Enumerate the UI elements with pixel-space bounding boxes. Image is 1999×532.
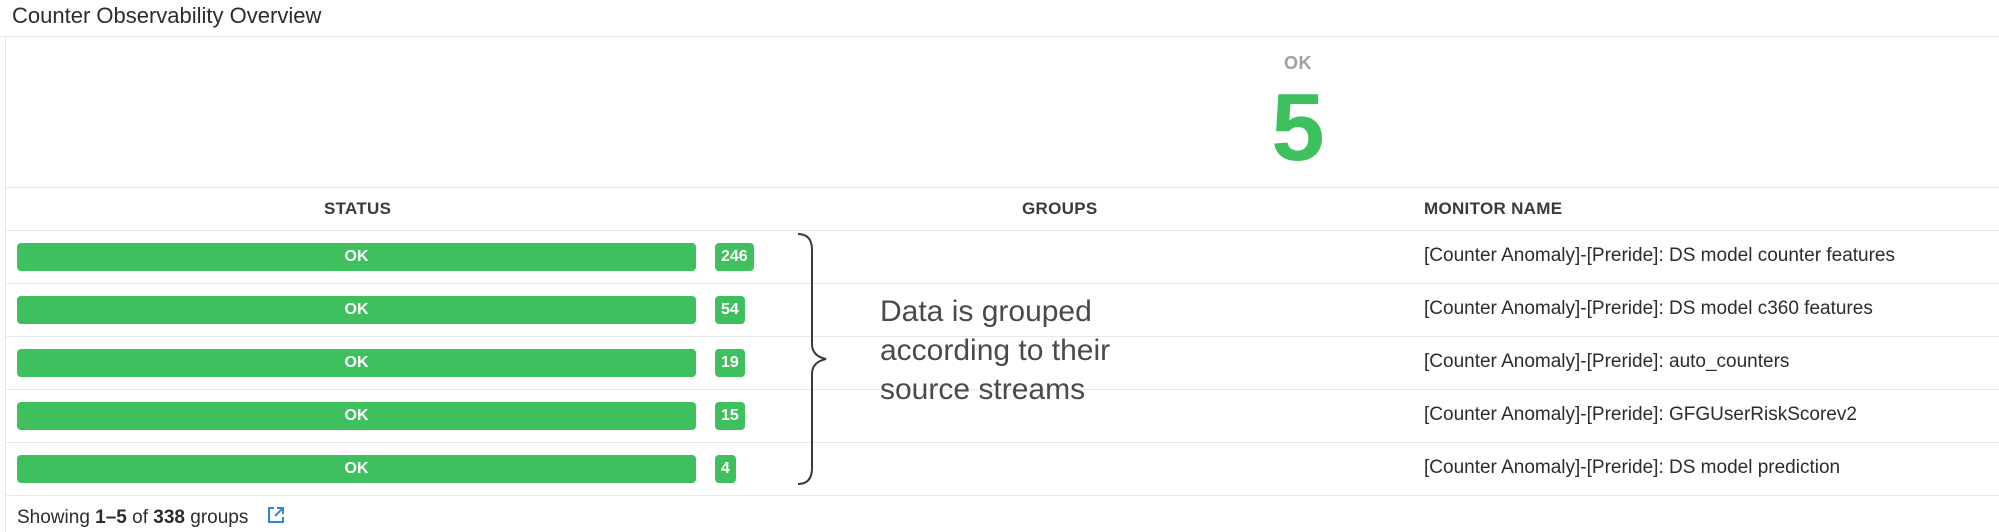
monitor-summary-panel: OK 5 STATUS GROUPS MONITOR NAME OK 246 [… — [5, 37, 1999, 532]
status-bar[interactable]: OK — [17, 243, 696, 271]
status-bar[interactable]: OK — [17, 402, 696, 430]
column-header-groups[interactable]: GROUPS — [1022, 199, 1097, 219]
widget-header: Counter Observability Overview — [0, 0, 1999, 37]
curly-brace-annotation — [797, 233, 827, 485]
range-value: 1–5 — [95, 507, 127, 529]
total-value: 338 — [153, 507, 185, 529]
pagination-summary: Showing 1–5 of 338 groups — [17, 505, 286, 531]
annotation-line: Data is grouped — [880, 295, 1092, 328]
table-row[interactable]: OK 4 [Counter Anomaly]-[Preride]: DS mod… — [6, 443, 1999, 496]
group-count-badge: 54 — [715, 296, 745, 324]
widget-title: Counter Observability Overview — [12, 3, 322, 28]
annotation-note: Data is grouped according to their sourc… — [880, 292, 1110, 409]
monitor-name-link[interactable]: [Counter Anomaly]-[Preride]: DS model c3… — [1424, 298, 1873, 320]
table-row[interactable]: OK 246 [Counter Anomaly]-[Preride]: DS m… — [6, 231, 1999, 284]
column-header-monitor-name[interactable]: MONITOR NAME — [1424, 199, 1562, 219]
group-count-badge: 15 — [715, 402, 745, 430]
monitor-name-link[interactable]: [Counter Anomaly]-[Preride]: auto_counte… — [1424, 351, 1789, 373]
summary-status-label: OK — [1284, 53, 1312, 73]
monitor-name-link[interactable]: [Counter Anomaly]-[Preride]: DS model co… — [1424, 245, 1895, 267]
table-header: STATUS GROUPS MONITOR NAME — [6, 188, 1999, 231]
status-summary[interactable]: OK 5 — [6, 37, 1999, 188]
group-count-badge: 246 — [715, 243, 754, 271]
summary-status-count: 5 — [1271, 74, 1325, 181]
group-count-badge: 19 — [715, 349, 745, 377]
column-header-status[interactable]: STATUS — [324, 199, 391, 219]
annotation-line: according to their — [880, 334, 1111, 367]
status-bar[interactable]: OK — [17, 349, 696, 377]
status-bar[interactable]: OK — [17, 455, 696, 483]
status-bar[interactable]: OK — [17, 296, 696, 324]
external-link-icon[interactable] — [266, 505, 286, 531]
group-count-badge: 4 — [715, 455, 736, 483]
monitor-name-link[interactable]: [Counter Anomaly]-[Preride]: GFGUserRisk… — [1424, 404, 1857, 426]
monitor-name-link[interactable]: [Counter Anomaly]-[Preride]: DS model pr… — [1424, 457, 1840, 479]
annotation-line: source streams — [880, 373, 1086, 406]
